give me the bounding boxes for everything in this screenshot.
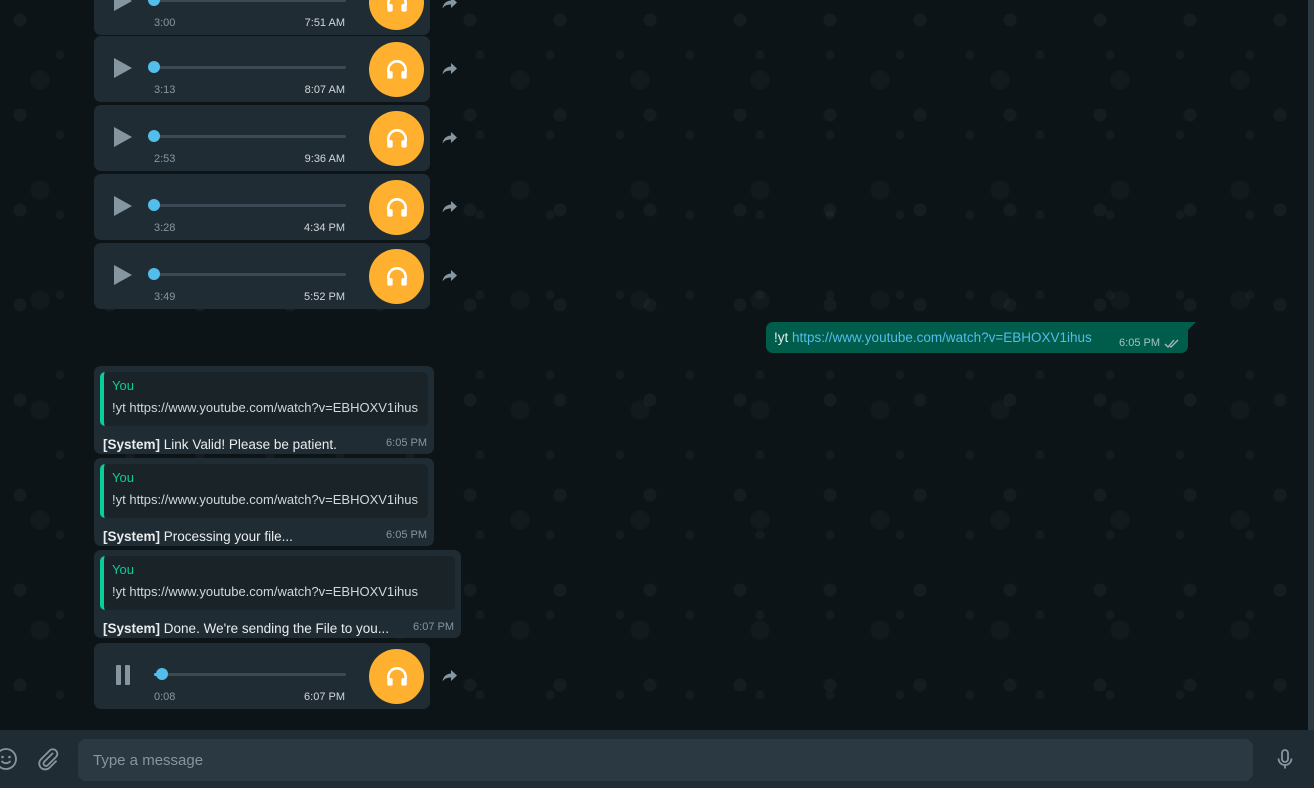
reply-message: You !yt https://www.youtube.com/watch?v=… [94, 458, 434, 546]
audio-message: 2:53 9:36 AM [94, 105, 430, 171]
forward-icon[interactable] [440, 266, 460, 286]
quote-author: You [112, 562, 134, 577]
message-text: [System] Done. We're sending the File to… [100, 610, 455, 636]
message-text: [System] Processing your file... [100, 518, 428, 544]
command-text: !yt [774, 330, 789, 345]
message-time: 4:34 PM [304, 222, 345, 234]
system-message: Processing your file... [163, 529, 293, 544]
audio-seek-knob[interactable] [148, 199, 160, 211]
message-time: 6:07 PM [413, 621, 454, 633]
audio-duration: 2:53 [154, 153, 176, 165]
forward-icon[interactable] [440, 59, 460, 79]
bubble-tail [1187, 322, 1196, 331]
message-text: [System] Link Valid! Please be patient. [100, 426, 428, 452]
reply-message: You !yt https://www.youtube.com/watch?v=… [94, 366, 434, 454]
message-time: 5:52 PM [304, 291, 345, 303]
emoji-icon[interactable] [0, 747, 18, 771]
message-time: 6:05 PM [386, 437, 427, 449]
headphones-avatar [369, 0, 424, 30]
message-time: 6:05 PM [1119, 337, 1160, 349]
quote-text: !yt https://www.youtube.com/watch?v=EBHO… [112, 492, 419, 507]
play-icon[interactable] [114, 0, 132, 11]
audio-duration: 3:28 [154, 222, 176, 234]
message-time: 8:07 AM [304, 84, 345, 96]
play-icon[interactable] [114, 265, 132, 285]
system-label: [System] [103, 529, 161, 544]
chat-scrollbar[interactable] [1308, 0, 1314, 730]
quoted-message[interactable]: You !yt https://www.youtube.com/watch?v=… [100, 372, 428, 426]
quoted-message[interactable]: You !yt https://www.youtube.com/watch?v=… [100, 556, 455, 610]
audio-progress-track[interactable] [148, 199, 346, 211]
audio-progress-track[interactable] [148, 268, 346, 280]
audio-message: 3:13 8:07 AM [94, 36, 430, 102]
quoted-message[interactable]: You !yt https://www.youtube.com/watch?v=… [100, 464, 428, 518]
headphones-avatar [369, 180, 424, 235]
system-label: [System] [103, 621, 161, 636]
audio-seek-knob[interactable] [155, 668, 168, 680]
quote-author: You [112, 470, 134, 485]
quote-text: !yt https://www.youtube.com/watch?v=EBHO… [112, 584, 419, 599]
audio-progress-track[interactable] [148, 0, 346, 6]
audio-duration: 0:08 [154, 691, 176, 703]
quote-text: !yt https://www.youtube.com/watch?v=EBHO… [112, 400, 419, 415]
message-time: 6:05 PM [386, 529, 427, 541]
headphones-avatar [369, 649, 424, 704]
outgoing-message: !yt https://www.youtube.com/watch?v=EBHO… [766, 322, 1196, 353]
headphones-avatar [369, 111, 424, 166]
message-composer [0, 730, 1314, 788]
audio-message: 3:49 5:52 PM [94, 243, 430, 309]
forward-icon[interactable] [440, 0, 460, 13]
scrollbar-thumb[interactable] [1308, 0, 1314, 730]
play-icon[interactable] [114, 196, 132, 216]
audio-message: 3:28 4:34 PM [94, 174, 430, 240]
audio-progress-track[interactable] [154, 668, 346, 680]
headphones-avatar [369, 249, 424, 304]
system-message: Done. We're sending the File to you... [163, 621, 389, 636]
audio-message: 0:08 6:07 PM [94, 643, 430, 709]
reply-message: You !yt https://www.youtube.com/watch?v=… [94, 550, 461, 638]
play-icon[interactable] [114, 127, 132, 147]
audio-seek-knob[interactable] [148, 0, 160, 6]
audio-seek-knob[interactable] [148, 268, 160, 280]
audio-seek-knob[interactable] [148, 130, 160, 142]
microphone-icon[interactable] [1273, 747, 1297, 771]
forward-icon[interactable] [440, 197, 460, 217]
youtube-link[interactable]: https://www.youtube.com/watch?v=EBHOXV1i… [792, 330, 1092, 345]
system-label: [System] [103, 437, 161, 452]
double-check-icon [1164, 339, 1179, 348]
message-time: 9:36 AM [304, 153, 345, 165]
audio-progress-track[interactable] [148, 61, 346, 73]
system-message: Link Valid! Please be patient. [163, 437, 337, 452]
forward-icon[interactable] [440, 128, 460, 148]
play-icon[interactable] [114, 58, 132, 78]
message-input[interactable] [78, 739, 1253, 781]
headphones-avatar [369, 42, 424, 97]
forward-icon[interactable] [440, 666, 460, 686]
outgoing-message-text: !yt https://www.youtube.com/watch?v=EBHO… [774, 330, 1092, 345]
message-time: 7:51 AM [304, 17, 345, 29]
message-meta: 6:05 PM [1119, 337, 1180, 349]
audio-message: 3:00 7:51 AM [94, 0, 430, 35]
audio-duration: 3:49 [154, 291, 176, 303]
audio-seek-knob[interactable] [148, 61, 160, 73]
quote-author: You [112, 378, 134, 393]
audio-progress-track[interactable] [148, 130, 346, 142]
message-time: 6:07 PM [304, 691, 345, 703]
audio-duration: 3:00 [154, 17, 176, 29]
audio-duration: 3:13 [154, 84, 176, 96]
attach-icon[interactable] [36, 747, 60, 771]
pause-icon[interactable] [116, 665, 132, 685]
